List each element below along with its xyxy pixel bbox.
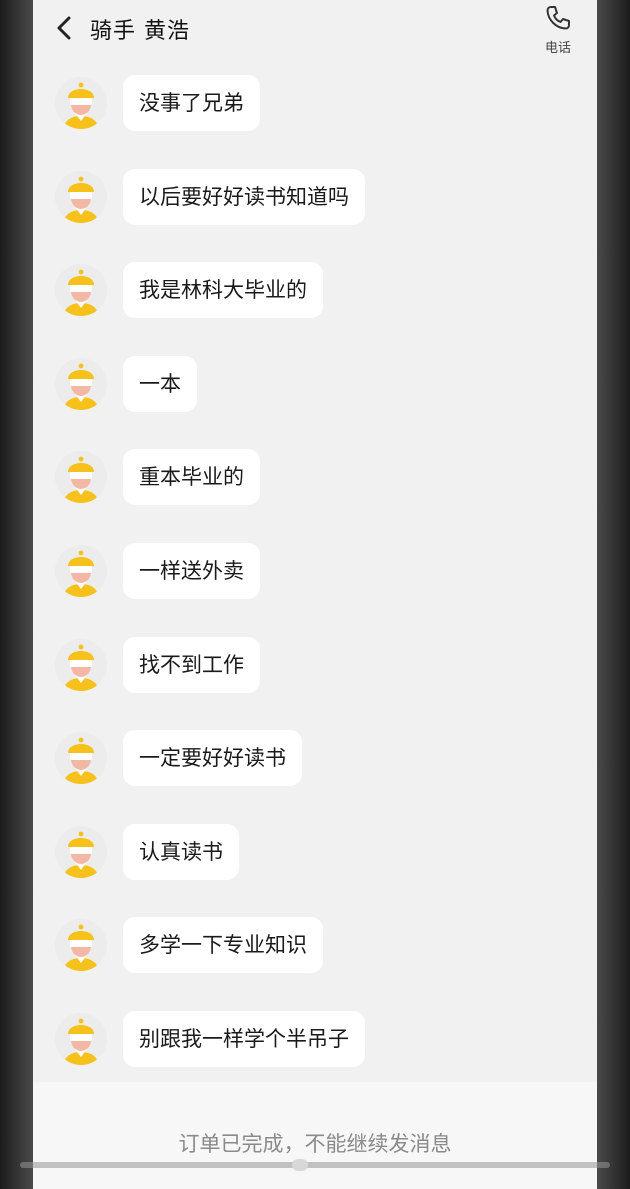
message-row: 认真读书 [33, 823, 597, 918]
message-bubble[interactable]: 一定要好好读书 [123, 730, 302, 787]
rider-avatar-icon[interactable] [55, 544, 107, 597]
message-row: 重本毕业的 [33, 449, 597, 543]
chat-footer: 订单已完成，不能继续发消息 [33, 1082, 597, 1189]
message-bubble[interactable]: 找不到工作 [123, 636, 260, 693]
phone-icon [546, 6, 570, 30]
message-row: 我是林科大毕业的 [33, 262, 597, 356]
rider-avatar-icon[interactable] [55, 638, 107, 691]
page-title: 骑手 黄浩 [90, 19, 190, 44]
message-bubble[interactable]: 一本 [123, 355, 197, 412]
message-row: 一定要好好读书 [33, 730, 597, 824]
right-gutter [597, 0, 630, 1189]
rider-avatar-icon[interactable] [55, 77, 107, 129]
message-list: 没事了兄弟以后要好好读书知道吗 我是林科大毕业的 一本重本毕业的一样送外卖找不到工作… [33, 75, 597, 1105]
message-bubble[interactable]: 一样送外卖 [123, 542, 260, 599]
message-bubble[interactable]: 认真读书 [123, 823, 239, 880]
message-bubble[interactable]: 我是林科大毕业的 [123, 262, 323, 319]
message-bubble[interactable]: 以后要好好读书知道吗 [123, 168, 365, 225]
left-gutter [0, 0, 33, 1189]
chat-screen: 骑手 黄浩 电话 没事了兄弟以后要好好读书知道吗 我是林科大毕业的 一本重本毕业的一… [33, 0, 597, 1189]
rider-avatar-icon[interactable] [55, 919, 107, 972]
chat-header: 骑手 黄浩 电话 [33, 0, 597, 62]
message-row: 多学一下专业知识 [33, 917, 597, 1011]
message-row: 一样送外卖 [33, 542, 597, 637]
message-bubble[interactable]: 重本毕业的 [123, 449, 260, 506]
call-label: 电话 [544, 41, 571, 56]
message-row: 一本 [33, 355, 597, 450]
order-complete-notice: 订单已完成，不能继续发消息 [178, 1132, 452, 1156]
rider-avatar-icon[interactable] [55, 170, 107, 223]
chevron-left-icon[interactable] [51, 12, 79, 44]
rider-avatar-icon[interactable] [55, 732, 107, 785]
rider-avatar-icon[interactable] [55, 1012, 107, 1065]
message-row: 没事了兄弟 [33, 75, 597, 169]
progress-thumb[interactable] [292, 1159, 308, 1171]
message-bubble[interactable]: 没事了兄弟 [123, 75, 260, 131]
message-row: 找不到工作 [33, 636, 597, 731]
rider-avatar-icon[interactable] [55, 357, 107, 410]
rider-avatar-icon[interactable] [55, 825, 107, 878]
video-progress-bar[interactable] [20, 1162, 610, 1168]
message-row: 以后要好好读书知道吗 [33, 168, 597, 263]
message-bubble[interactable]: 别跟我一样学个半吊子 [123, 1010, 365, 1067]
rider-avatar-icon[interactable] [55, 264, 107, 317]
call-button[interactable]: 电话 [531, 0, 585, 60]
rider-avatar-icon[interactable] [55, 451, 107, 504]
message-bubble[interactable]: 多学一下专业知识 [123, 917, 323, 974]
